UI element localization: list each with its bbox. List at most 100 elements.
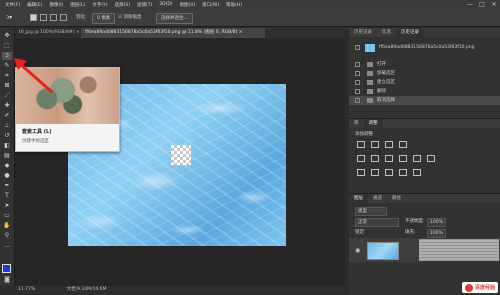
layer-row[interactable]: ◉ xyxy=(349,238,500,262)
tab-adjustments[interactable]: 调整 xyxy=(363,119,383,128)
tooltip-description: 创建手绘选区 xyxy=(22,139,49,144)
tab-history-1[interactable]: 历史记录 xyxy=(349,28,377,37)
vibrance-icon[interactable] xyxy=(357,155,365,162)
menu-window[interactable]: 窗口(W) xyxy=(202,2,219,8)
curves-icon[interactable] xyxy=(385,141,393,148)
move-tool-icon[interactable]: ✥ xyxy=(2,32,12,40)
history-step-icon xyxy=(367,71,373,76)
menu-select[interactable]: 选择(S) xyxy=(115,2,130,8)
tab-info[interactable]: 信息 xyxy=(377,28,396,37)
tab-libraries[interactable]: 库 xyxy=(349,119,364,128)
eye-icon[interactable]: ◉ xyxy=(355,247,360,254)
window-controls: — □ ✕ xyxy=(464,0,500,9)
fill-input[interactable]: 100% xyxy=(427,229,446,238)
gradient-tool-icon[interactable]: ▤ xyxy=(2,152,12,160)
healing-brush-icon[interactable]: ✚ xyxy=(2,102,12,110)
maximize-button[interactable]: □ xyxy=(476,0,488,9)
layer-name-blurred xyxy=(419,239,499,261)
tab-history[interactable]: 历史记录 xyxy=(396,28,424,37)
crop-tool-icon[interactable]: ⌗ xyxy=(2,72,12,80)
tab-paths[interactable]: 路径 xyxy=(387,194,406,203)
threshold-icon[interactable] xyxy=(385,169,393,176)
invert-icon[interactable] xyxy=(357,169,365,176)
menu-view[interactable]: 视图(V) xyxy=(180,2,196,8)
menu-help[interactable]: 帮助(H) xyxy=(226,2,242,8)
menu-edit[interactable]: 编辑(E) xyxy=(27,2,42,8)
type-tool-icon[interactable]: T xyxy=(2,192,12,200)
menu-3d[interactable]: 3D(D) xyxy=(159,2,172,7)
fill-label: 填充: xyxy=(405,230,416,235)
path-select-icon[interactable]: ➤ xyxy=(2,202,12,210)
stamp-tool-icon[interactable]: ⊥ xyxy=(2,122,12,130)
subtract-selection-icon[interactable] xyxy=(50,14,57,21)
foreground-color-swatch[interactable] xyxy=(2,264,11,273)
shape-tool-icon[interactable]: ▭ xyxy=(2,212,12,220)
frame-tool-icon[interactable]: ⊠ xyxy=(2,82,12,90)
brightness-icon[interactable] xyxy=(357,141,365,148)
feather-label: 羽化: xyxy=(76,15,87,20)
feather-input[interactable]: 0 像素 xyxy=(92,13,116,24)
levels-icon[interactable] xyxy=(371,141,379,148)
history-item[interactable]: 打开 xyxy=(349,60,500,69)
menu-type[interactable]: 文字(Y) xyxy=(92,2,107,8)
adjustments-panel: 库 调整 添加调整 xyxy=(349,118,500,194)
history-panel: 历史记录 信息 历史记录 ff6ea89ad0883156878a5c0a53f… xyxy=(349,28,500,118)
lasso-preset-icon[interactable]: ↄ▾ xyxy=(6,13,12,22)
history-item[interactable]: 建立选区 xyxy=(349,78,500,87)
snapshot-label: ff6ea89ad0883156878a5c0a53f63f10.png xyxy=(379,45,475,50)
hand-tool-icon[interactable]: ✋ xyxy=(2,222,12,230)
selective-color-icon[interactable] xyxy=(413,169,421,176)
posterize-icon[interactable] xyxy=(371,169,379,176)
antialias-checkbox[interactable]: ☑ 消除锯齿 xyxy=(118,13,141,22)
brush-tool-icon[interactable]: ✐ xyxy=(2,112,12,120)
zoom-tool-icon[interactable]: ⚲ xyxy=(2,232,12,240)
hue-saturation-icon[interactable] xyxy=(371,155,379,162)
lasso-tool-icon[interactable]: ↄ xyxy=(2,52,12,60)
gradient-map-icon[interactable] xyxy=(399,169,407,176)
blend-mode-select[interactable]: 正常 xyxy=(355,218,399,227)
select-and-mask-button[interactable]: 选择并遮住... xyxy=(156,13,193,24)
black-white-icon[interactable] xyxy=(399,155,407,162)
exposure-icon[interactable] xyxy=(399,141,407,148)
menu-filter[interactable]: 滤镜(T) xyxy=(137,2,152,8)
history-step-icon xyxy=(367,89,373,94)
quick-mask-icon[interactable]: ◙ xyxy=(2,276,12,284)
red-arrow-annotation xyxy=(14,58,53,94)
history-snapshot[interactable]: ff6ea89ad0883156878a5c0a53f63f10.png xyxy=(349,42,500,54)
eraser-tool-icon[interactable]: ◧ xyxy=(2,142,12,150)
tab-document-2[interactable]: ff6ea89ad0883156878a5c0a53f63f10.png @ 1… xyxy=(81,28,265,38)
marquee-tool-icon[interactable]: ⬚ xyxy=(2,42,12,50)
more-tools-icon[interactable]: … xyxy=(2,242,12,250)
new-selection-icon[interactable] xyxy=(30,14,37,21)
add-selection-icon[interactable] xyxy=(40,14,47,21)
color-balance-icon[interactable] xyxy=(385,155,393,162)
menu-image[interactable]: 图像(I) xyxy=(49,2,63,8)
channel-mixer-icon[interactable] xyxy=(427,155,435,162)
minimize-button[interactable]: — xyxy=(464,0,476,9)
pen-tool-icon[interactable]: ✒ xyxy=(2,182,12,190)
snapshot-check-icon[interactable] xyxy=(355,45,360,50)
quick-select-tool-icon[interactable]: ✎ xyxy=(2,62,12,70)
history-panel-header: 历史记录 信息 历史记录 xyxy=(349,28,500,37)
tooltip-title: 套索工具 (L) xyxy=(22,129,52,135)
zoom-level[interactable]: 11.77% xyxy=(18,287,35,292)
menu-layer[interactable]: 图层(L) xyxy=(70,2,85,8)
opacity-label: 不透明度: xyxy=(405,219,425,224)
blur-tool-icon[interactable]: ◆ xyxy=(2,162,12,170)
tab-layers[interactable]: 图层 xyxy=(349,194,368,203)
history-brush-icon[interactable]: ↺ xyxy=(2,132,12,140)
eyedropper-tool-icon[interactable]: ⟋ xyxy=(2,92,12,100)
history-item[interactable]: 删除 xyxy=(349,87,500,96)
tab-document-1[interactable]: t0_jpg @ 100%(RGB/8#) × xyxy=(15,28,87,38)
dodge-tool-icon[interactable]: ● xyxy=(2,172,12,180)
menu-file[interactable]: 文件(F) xyxy=(5,2,20,8)
layer-kind-filter[interactable]: 类型 xyxy=(355,207,387,216)
history-item-active[interactable]: 取消选择 xyxy=(349,96,500,105)
tab-channels[interactable]: 通道 xyxy=(368,194,387,203)
opacity-input[interactable]: 100% xyxy=(427,218,446,227)
photo-filter-icon[interactable] xyxy=(413,155,421,162)
close-button[interactable]: ✕ xyxy=(488,0,500,9)
intersect-selection-icon[interactable] xyxy=(60,14,67,21)
history-item[interactable]: 加载选区 xyxy=(349,69,500,78)
baidu-logo-icon xyxy=(464,283,473,292)
